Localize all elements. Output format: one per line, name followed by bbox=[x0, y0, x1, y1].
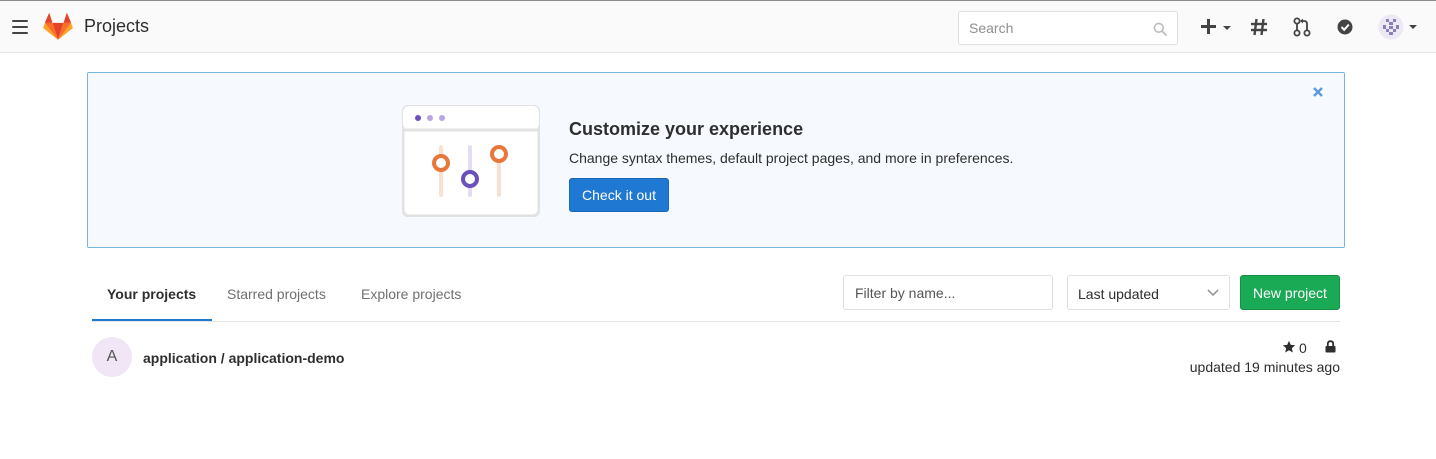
check-it-out-button[interactable]: Check it out bbox=[569, 178, 669, 212]
star-icon bbox=[1282, 340, 1296, 353]
search-box[interactable] bbox=[958, 11, 1178, 45]
customize-banner: Customize your experience Change syntax … bbox=[87, 72, 1345, 248]
banner-title: Customize your experience bbox=[569, 119, 804, 139]
filter-box[interactable] bbox=[843, 275, 1053, 310]
new-project-button[interactable]: New project bbox=[1240, 275, 1340, 310]
star-count: 0 bbox=[1299, 340, 1307, 356]
issues-hash-icon[interactable] bbox=[1250, 17, 1268, 37]
tab-explore-projects[interactable]: Explore projects bbox=[361, 286, 461, 302]
project-avatar[interactable]: A bbox=[92, 337, 132, 377]
top-navbar: Projects bbox=[0, 0, 1436, 53]
lock-icon bbox=[1325, 340, 1336, 353]
merge-request-icon[interactable] bbox=[1293, 17, 1311, 37]
page-title: Projects bbox=[84, 16, 150, 36]
sort-selected-label: Last updated bbox=[1078, 286, 1159, 302]
tab-starred-projects[interactable]: Starred projects bbox=[227, 286, 326, 302]
gitlab-logo[interactable] bbox=[43, 12, 73, 41]
sort-dropdown[interactable]: Last updated bbox=[1067, 275, 1230, 310]
updated-timestamp: updated 19 minutes ago bbox=[1189, 359, 1340, 375]
tabs-divider bbox=[92, 321, 1340, 322]
tab-your-projects[interactable]: Your projects bbox=[107, 286, 196, 302]
filter-by-name-input[interactable] bbox=[844, 276, 1044, 309]
banner-description: Change syntax themes, default project pa… bbox=[569, 150, 1014, 166]
project-name-link[interactable]: application / application-demo bbox=[143, 350, 344, 366]
user-avatar-dropdown[interactable] bbox=[1378, 14, 1420, 40]
search-input[interactable] bbox=[959, 12, 1144, 44]
search-icon bbox=[1153, 22, 1167, 36]
chevron-down-icon bbox=[1207, 289, 1219, 297]
todo-check-icon[interactable] bbox=[1337, 17, 1355, 37]
plus-dropdown-icon[interactable] bbox=[1200, 17, 1234, 37]
preferences-illustration bbox=[402, 105, 540, 217]
menu-icon[interactable] bbox=[12, 20, 28, 34]
close-icon[interactable] bbox=[1313, 87, 1323, 97]
